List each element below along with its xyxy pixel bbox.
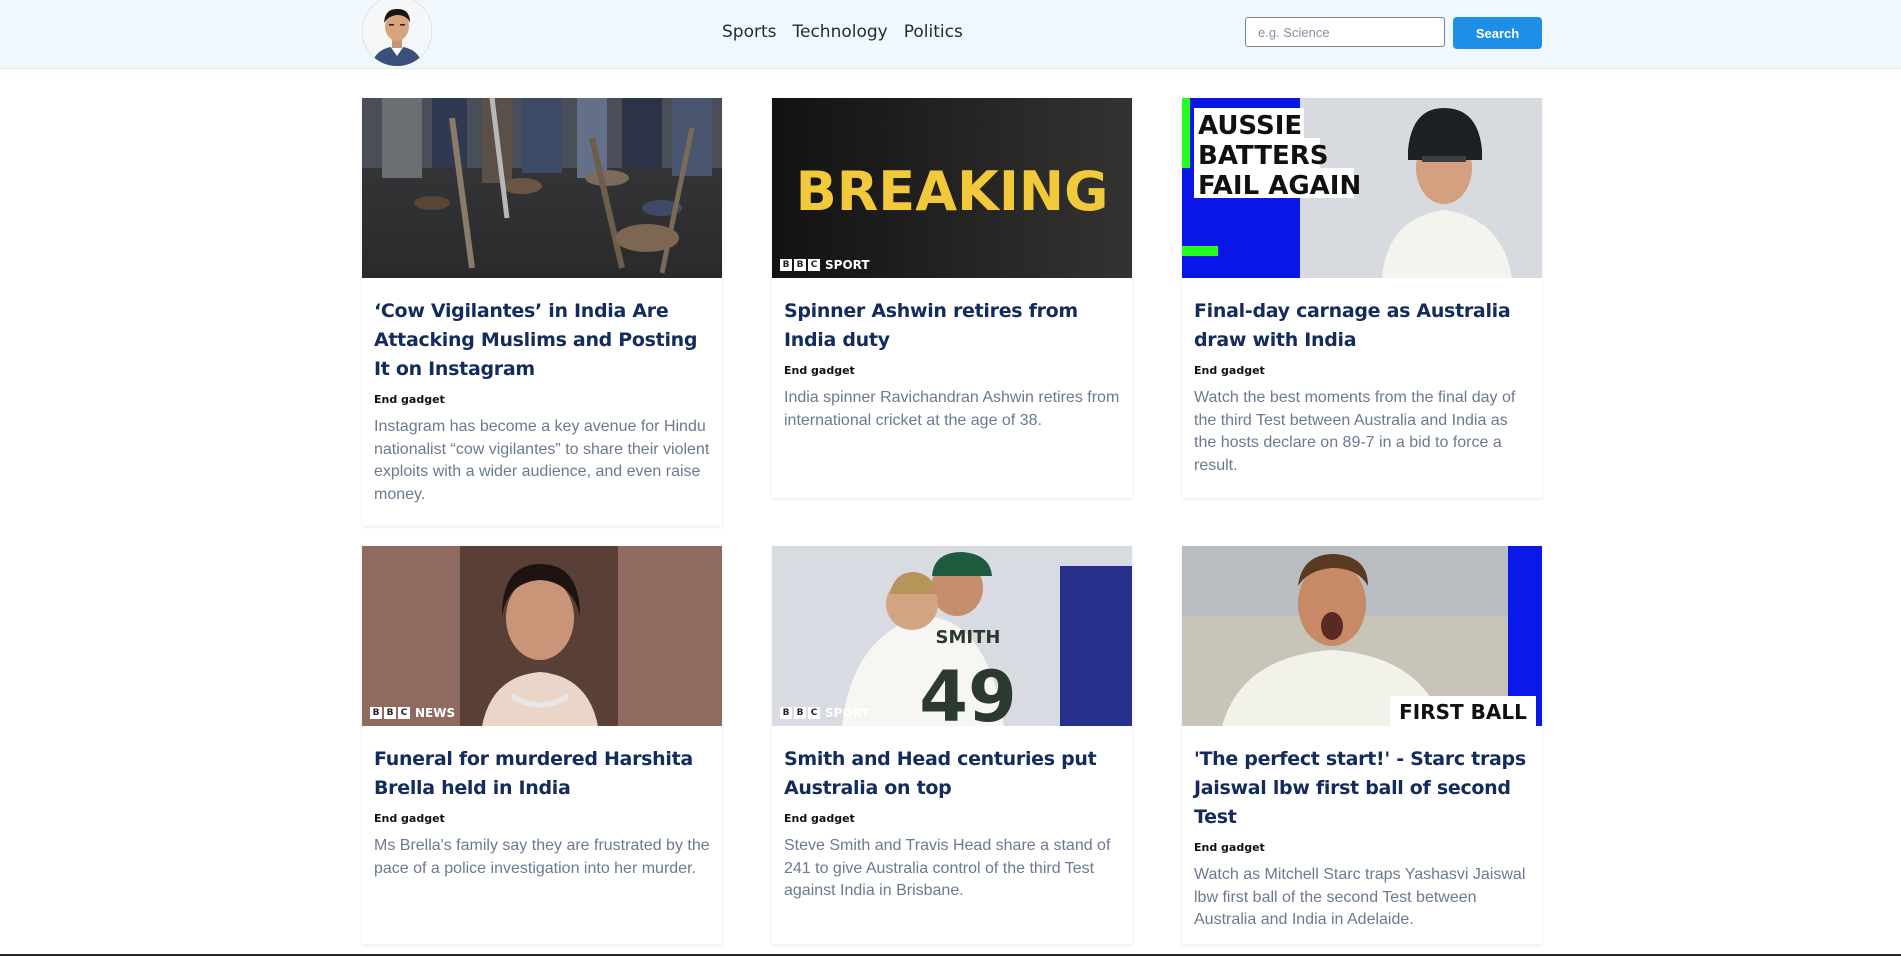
card-body: Funeral for murdered Harshita Brella hel…	[362, 726, 722, 894]
card-description: Ms Brella's family say they are frustrat…	[374, 837, 710, 877]
card-title[interactable]: Final-day carnage as Australia draw with…	[1194, 297, 1530, 355]
headline-line-1: AUSSIE	[1198, 111, 1302, 141]
bbc-news-logo: BBC NEWS	[370, 706, 455, 720]
breaking-image: BREAKING	[772, 98, 1132, 278]
news-image	[362, 98, 722, 278]
bbc-sport-logo: BBC SPORT	[780, 706, 870, 720]
headline-line-3: FAIL AGAIN	[1198, 171, 1361, 201]
card-title[interactable]: 'The perfect start!' - Starc traps Jaisw…	[1194, 745, 1530, 832]
starc-image: FIRST BALL	[1182, 546, 1542, 726]
card-source: End gadget	[784, 364, 855, 377]
card-source: End gadget	[374, 812, 445, 825]
card-body: Final-day carnage as Australia draw with…	[1182, 278, 1542, 491]
profile-avatar[interactable]	[362, 0, 432, 66]
profile-photo	[362, 0, 432, 66]
nav-links: Sports Technology Politics	[722, 22, 963, 42]
card-description: Instagram has become a key avenue for Hi…	[374, 418, 710, 503]
jersey-name: SMITH	[936, 627, 1001, 648]
smith-head-image: SMITH 49	[772, 546, 1132, 726]
card-title[interactable]: Spinner Ashwin retires from India duty	[784, 297, 1120, 355]
card-description: India spinner Ravichandran Ashwin retire…	[784, 389, 1120, 429]
jersey-number: 49	[919, 656, 1016, 726]
news-card[interactable]: ‘Cow Vigilantes’ in India Are Attacking …	[362, 98, 722, 526]
card-body: Smith and Head centuries put Australia o…	[772, 726, 1132, 917]
card-source: End gadget	[1194, 364, 1265, 377]
news-card[interactable]: SMITH 49 BBC SPORT Smith and Head centur…	[772, 546, 1132, 944]
card-source: End gadget	[1194, 841, 1265, 854]
card-body: 'The perfect start!' - Starc traps Jaisw…	[1182, 726, 1542, 946]
news-card[interactable]: FIRST BALL 'The perfect start!' - Starc …	[1182, 546, 1542, 944]
news-card[interactable]: BREAKING BBC SPORT Spinner Ashwin retire…	[772, 98, 1132, 498]
nav-link-politics[interactable]: Politics	[904, 22, 963, 42]
news-card[interactable]: BBC NEWS Funeral for murdered Harshita B…	[362, 546, 722, 944]
news-card[interactable]: AUSSIE BATTERS FAIL AGAIN Final-day carn…	[1182, 98, 1542, 498]
navbar: Sports Technology Politics Search	[0, 0, 1901, 69]
bbc-sport-logo: BBC SPORT	[780, 258, 870, 272]
headline-line-2: BATTERS	[1198, 141, 1329, 171]
card-image[interactable]: AUSSIE BATTERS FAIL AGAIN	[1182, 98, 1542, 278]
first-ball-label: FIRST BALL	[1399, 700, 1527, 724]
card-image[interactable]: BBC NEWS	[362, 546, 722, 726]
card-body: ‘Cow Vigilantes’ in India Are Attacking …	[362, 278, 722, 520]
card-image[interactable]	[362, 98, 722, 278]
portrait-image	[362, 546, 722, 726]
card-source: End gadget	[374, 393, 445, 406]
card-title[interactable]: Funeral for murdered Harshita Brella hel…	[374, 745, 710, 803]
card-image[interactable]: SMITH 49 BBC SPORT	[772, 546, 1132, 726]
card-source: End gadget	[784, 812, 855, 825]
card-description: Watch the best moments from the final da…	[1194, 389, 1516, 474]
nav-link-technology[interactable]: Technology	[793, 22, 888, 42]
card-image[interactable]: BREAKING BBC SPORT	[772, 98, 1132, 278]
card-description: Watch as Mitchell Starc traps Yashasvi J…	[1194, 866, 1526, 928]
aussie-batters-image: AUSSIE BATTERS FAIL AGAIN	[1182, 98, 1542, 278]
card-body: Spinner Ashwin retires from India duty E…	[772, 278, 1132, 446]
search-input[interactable]	[1245, 17, 1445, 47]
card-title[interactable]: ‘Cow Vigilantes’ in India Are Attacking …	[374, 297, 710, 384]
card-title[interactable]: Smith and Head centuries put Australia o…	[784, 745, 1120, 803]
breaking-text: BREAKING	[796, 160, 1109, 223]
card-description: Steve Smith and Travis Head share a stan…	[784, 837, 1111, 899]
search-button[interactable]: Search	[1453, 17, 1542, 49]
nav-link-sports[interactable]: Sports	[722, 22, 777, 42]
card-image[interactable]: FIRST BALL	[1182, 546, 1542, 726]
